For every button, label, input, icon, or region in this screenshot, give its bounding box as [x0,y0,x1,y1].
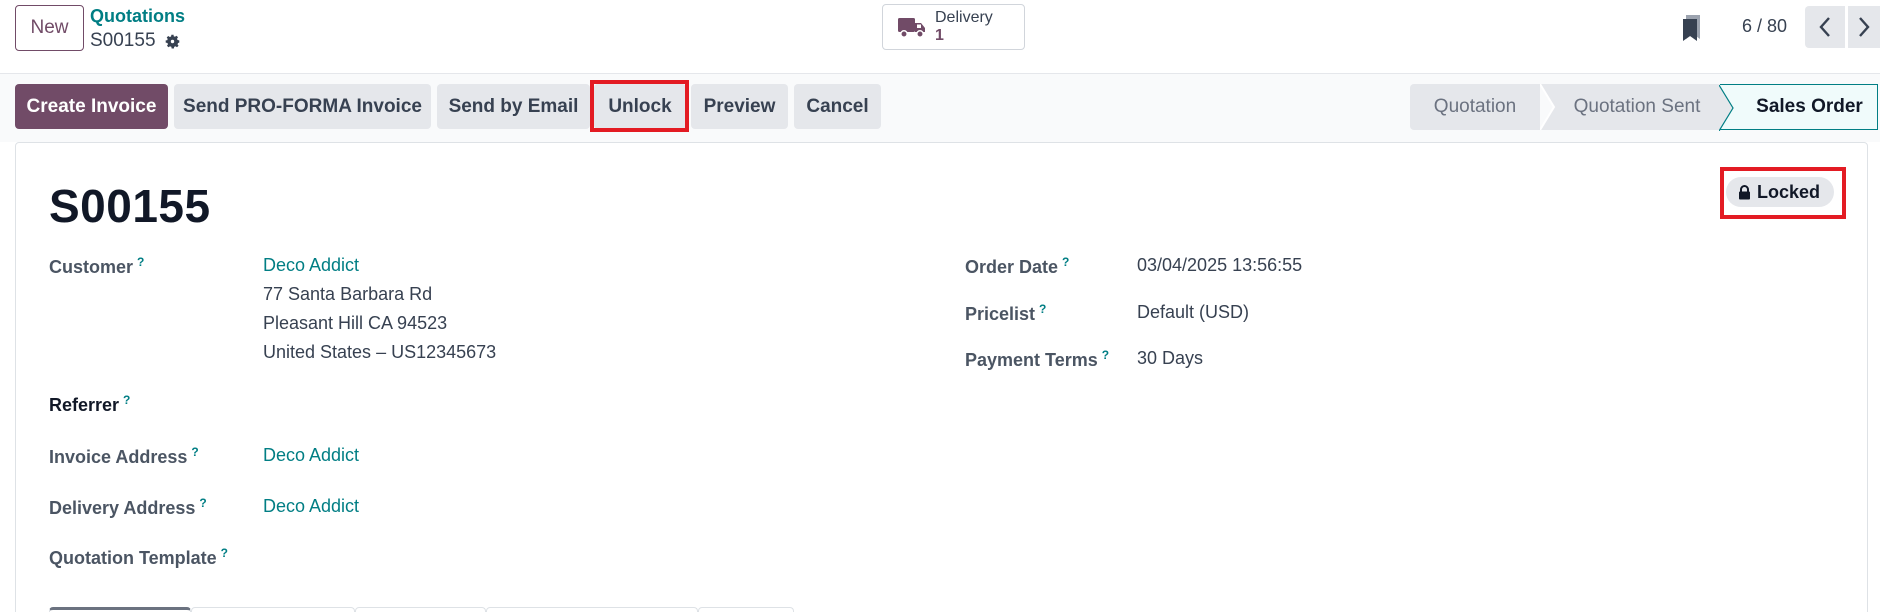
cancel-button[interactable]: Cancel [794,84,881,129]
breadcrumb-quotations-link[interactable]: Quotations [90,5,185,27]
order-date-label: Order Date? [965,255,1070,277]
pager-value[interactable]: 6 / 80 [1742,16,1787,37]
quotation-template-label: Quotation Template? [49,546,229,568]
pager-previous-button[interactable] [1805,6,1845,48]
customer-name-link[interactable]: Deco Addict [263,251,496,280]
preview-button[interactable]: Preview [691,84,788,129]
stage-arrow-icon [1540,84,1556,130]
notebook-tab[interactable] [698,607,794,612]
unlock-button[interactable]: Unlock [594,84,686,129]
chevron-right-icon [1859,17,1870,37]
notebook-tab[interactable] [49,607,191,612]
delivery-address-link[interactable]: Deco Addict [263,492,359,521]
breadcrumb-current: S00155 [90,29,185,53]
help-icon[interactable]: ? [1062,255,1069,269]
locked-label: Locked [1757,181,1821,202]
stage-pipeline: Quotation Quotation Sent Sales Order [1410,84,1878,131]
help-icon[interactable]: ? [221,546,228,560]
pager-next-button[interactable] [1848,6,1880,48]
status-bar: Create Invoice Send PRO-FORMA Invoice Se… [0,74,1880,142]
help-icon[interactable]: ? [199,496,206,510]
breadcrumb-current-label: S00155 [90,30,156,51]
delivery-smart-button[interactable]: Delivery 1 [882,4,1025,50]
page-title: S00155 [49,180,211,232]
send-proforma-button[interactable]: Send PRO-FORMA Invoice [174,84,431,129]
help-icon[interactable]: ? [123,393,130,407]
create-invoice-button[interactable]: Create Invoice [15,84,168,129]
customer-label: Customer? [49,255,145,277]
stage-quotation-sent-label: Quotation Sent [1573,96,1701,117]
notebook-tabs [49,607,794,612]
new-button[interactable]: New [15,5,84,51]
notebook-tab[interactable] [191,607,355,612]
invoice-address-link[interactable]: Deco Addict [263,441,359,470]
stage-sales-order[interactable]: Sales Order [1719,84,1878,131]
customer-address-line1: 77 Santa Barbara Rd [263,284,433,304]
help-icon[interactable]: ? [1102,348,1109,362]
order-date-value[interactable]: 03/04/2025 13:56:55 [1137,251,1302,280]
stage-sales-order-label: Sales Order [1756,96,1863,117]
help-icon[interactable]: ? [137,255,144,269]
help-icon[interactable]: ? [1039,302,1046,316]
customer-address-line3: United States – US12345673 [263,342,497,362]
pricelist-value[interactable]: Default (USD) [1137,298,1249,327]
gear-icon[interactable] [164,33,181,50]
stage-arrow-icon [1719,85,1734,131]
control-panel: New Quotations S00155 Delivery 1 6 / 80 [0,0,1880,74]
truck-icon [898,18,925,38]
payment-terms-label: Payment Terms? [965,348,1110,370]
customer-address-line2: Pleasant Hill CA 94523 [263,313,448,333]
bookmark-icon[interactable] [1680,14,1704,42]
delivery-label: Delivery [935,9,993,26]
stage-quotation-sent[interactable]: Quotation Sent [1540,84,1720,130]
send-by-email-button[interactable]: Send by Email [437,84,590,129]
invoice-address-label: Invoice Address? [49,445,199,467]
lock-icon [1739,184,1750,199]
help-icon[interactable]: ? [191,445,198,459]
customer-field: Deco Addict 77 Santa Barbara Rd Pleasant… [263,251,496,367]
referrer-label: Referrer? [49,393,131,415]
delivery-address-label: Delivery Address? [49,496,207,518]
pricelist-label: Pricelist? [965,302,1047,324]
chevron-left-icon [1819,17,1830,37]
notebook-tab[interactable] [486,607,698,612]
locked-badge: Locked [1726,177,1835,207]
form-sheet: S00155 Locked Customer? Deco Addict 77 S… [15,142,1868,612]
delivery-count: 1 [935,27,944,44]
breadcrumb: Quotations S00155 [90,5,185,53]
payment-terms-value[interactable]: 30 Days [1137,344,1203,373]
stage-quotation[interactable]: Quotation [1410,84,1540,130]
notebook-tab[interactable] [355,607,486,612]
